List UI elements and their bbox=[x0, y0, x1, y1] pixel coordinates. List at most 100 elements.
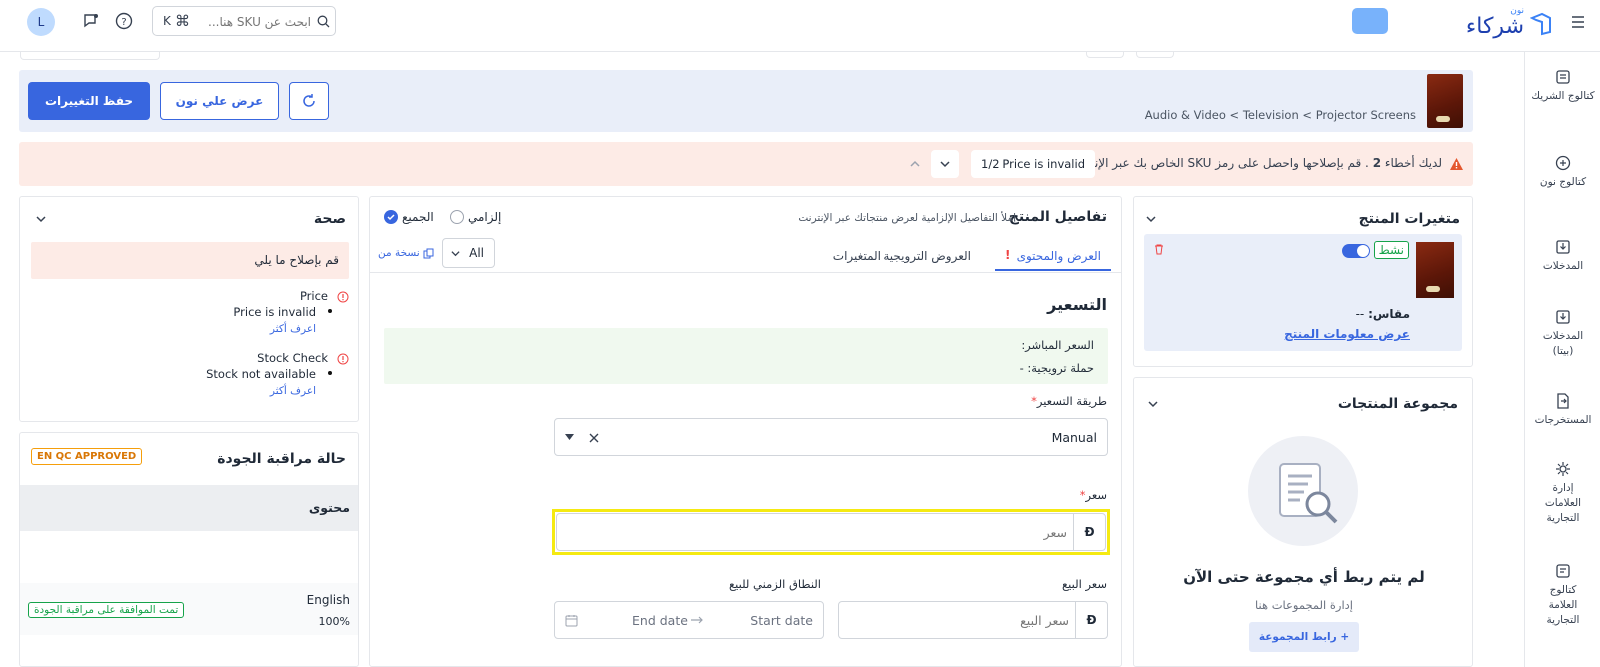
price-field[interactable]: Đ bbox=[556, 513, 1106, 551]
tab-promotions[interactable]: العروض الترويجية bbox=[883, 249, 971, 263]
warning-icon bbox=[1450, 158, 1463, 170]
fix-banner: قم بإصلاح ما يلي bbox=[31, 242, 349, 279]
manage-groups-text: إدارة المجموعات هنا bbox=[1255, 598, 1353, 612]
promo-value: - bbox=[1019, 361, 1024, 375]
qc-title: حالة مراقبة الجودة bbox=[217, 451, 346, 467]
variants-title: متغيرات المنتج bbox=[1358, 211, 1460, 227]
tab-display-content[interactable]: العرض والمحتوى ! bbox=[995, 241, 1111, 271]
learn-more-link[interactable]: اعرف أكثر bbox=[270, 385, 316, 397]
refresh-icon bbox=[303, 94, 315, 107]
feedback-icon[interactable] bbox=[82, 12, 100, 33]
save-changes-button[interactable]: حفظ التغييرات bbox=[28, 82, 150, 120]
clear-icon[interactable] bbox=[589, 433, 599, 443]
fix-banner-text: قم بإصلاح ما يلي bbox=[254, 253, 339, 267]
pricing-method-value: Manual bbox=[1051, 430, 1097, 445]
variant-item[interactable]: نشط مقاس: -- عرض معلومات المنتج bbox=[1144, 234, 1462, 351]
chevron-down-icon[interactable] bbox=[1146, 214, 1156, 224]
sub-toolbar bbox=[20, 52, 1488, 62]
sidebar-item-label: كتالوج نون bbox=[1539, 176, 1587, 188]
issue-bullet bbox=[328, 371, 332, 375]
link-group-button[interactable]: + رابط المجموعة bbox=[1249, 622, 1359, 652]
store-switcher[interactable] bbox=[1352, 8, 1388, 34]
sidebar: كتالوج الشريك كتالوج نون المدخلات المدخل… bbox=[1524, 52, 1600, 667]
view-product-info-link[interactable]: عرض معلومات المنتج bbox=[1284, 327, 1410, 341]
sidebar-item-label: المستخرجات bbox=[1534, 414, 1592, 426]
tabs-divider bbox=[370, 272, 1121, 273]
search-icon bbox=[317, 15, 330, 28]
sale-price-field[interactable]: Đ bbox=[838, 601, 1108, 639]
delete-icon[interactable] bbox=[1153, 243, 1165, 255]
inbox-beta-icon bbox=[1556, 310, 1570, 324]
sidebar-item-inputs[interactable]: المدخلات bbox=[1525, 238, 1600, 274]
radio-icon bbox=[450, 210, 464, 224]
brand-name: شركاء bbox=[1465, 14, 1524, 39]
sale-price-input[interactable] bbox=[845, 606, 1069, 634]
help-icon[interactable]: ? bbox=[115, 12, 133, 33]
variant-thumbnail bbox=[1416, 242, 1454, 298]
product-details-panel: تفاصيل المنتج املأ التفاصيل الإلزامية لع… bbox=[369, 196, 1122, 667]
variants-card: متغيرات المنتج نشط مقاس: -- عرض معلومات … bbox=[1133, 196, 1473, 367]
sidebar-item-partner-catalog[interactable]: كتالوج الشريك bbox=[1525, 68, 1600, 104]
size-label: مقاس: bbox=[1368, 307, 1410, 321]
product-thumbnail[interactable] bbox=[1427, 74, 1463, 128]
currency-addon: Đ bbox=[1073, 514, 1105, 550]
qc-row: English 100% تمت الموافقة على مراقبة الج… bbox=[20, 583, 358, 635]
chevron-down-icon[interactable] bbox=[1148, 399, 1158, 409]
svg-text:?: ? bbox=[121, 17, 126, 28]
search-input[interactable] bbox=[199, 11, 311, 33]
tab-alert-icon: ! bbox=[1005, 248, 1011, 262]
breadcrumb[interactable]: Audio & Video < Television < Projector S… bbox=[1145, 108, 1416, 122]
active-toggle[interactable] bbox=[1342, 244, 1370, 258]
sidebar-item-noon-catalog[interactable]: كتالوج نون bbox=[1525, 154, 1600, 190]
size-value: -- bbox=[1355, 307, 1365, 321]
pricing-method-select[interactable]: Manual bbox=[554, 418, 1108, 456]
sidebar-item-inputs-beta[interactable]: المدخلات (بيتا) bbox=[1525, 308, 1600, 359]
learn-more-link[interactable]: اعرف أكثر bbox=[270, 323, 316, 335]
details-title: تفاصيل المنتج bbox=[1008, 209, 1107, 225]
sidebar-item-brand-catalog[interactable]: كتالوج العلامة التجارية bbox=[1525, 562, 1600, 628]
details-subtitle: املأ التفاصيل الإلزامية لعرض منتجاتك عبر… bbox=[798, 212, 1016, 224]
view-on-noon-button[interactable]: عرض علي نون bbox=[160, 82, 279, 120]
language-select[interactable]: All bbox=[442, 238, 495, 268]
sale-date-range[interactable]: Start date End date bbox=[554, 601, 824, 639]
refresh-button[interactable] bbox=[289, 82, 329, 120]
command-icon: ⌘ bbox=[175, 12, 190, 30]
noon-catalog-icon bbox=[1555, 155, 1571, 171]
issue-detail: Stock not available bbox=[206, 367, 316, 381]
inbox-icon bbox=[1556, 240, 1570, 254]
chevron-down-icon bbox=[451, 251, 460, 257]
caret-down-icon[interactable] bbox=[565, 434, 574, 441]
sale-price-label: سعر البيع bbox=[1062, 577, 1107, 591]
export-icon bbox=[1557, 393, 1569, 409]
tab-variants[interactable]: المتغيرات bbox=[833, 249, 881, 263]
copy-from-label: نسخة من bbox=[378, 247, 420, 259]
start-date-input[interactable]: Start date bbox=[750, 613, 813, 628]
qc-content-header: محتوى bbox=[20, 485, 358, 531]
sidebar-item-brand-management[interactable]: إدارة العلامات التجارية bbox=[1525, 460, 1600, 526]
avatar[interactable]: L bbox=[27, 8, 55, 36]
qc-percent: 100% bbox=[318, 615, 350, 628]
menu-icon[interactable] bbox=[1570, 14, 1588, 32]
issue-stock: Stock Check Stock not available اعرف أكث… bbox=[20, 349, 360, 409]
sidebar-item-label: إدارة العلامات التجارية bbox=[1544, 482, 1582, 524]
filter-required[interactable]: إلزامي bbox=[450, 208, 501, 226]
search-box[interactable]: K ⌘ bbox=[152, 6, 336, 36]
error-count: 2 bbox=[1372, 156, 1382, 170]
empty-groups-illustration bbox=[1248, 436, 1358, 546]
brand-logo[interactable]: نون شركاء bbox=[1422, 6, 1552, 42]
calendar-icon[interactable] bbox=[565, 614, 578, 627]
prev-error-button[interactable] bbox=[901, 150, 929, 178]
copy-from-button[interactable]: نسخة من bbox=[378, 247, 434, 259]
next-error-button[interactable] bbox=[931, 150, 959, 178]
chevron-down-icon[interactable] bbox=[36, 214, 46, 224]
pricing-method-label: طريقة التسعير* bbox=[1031, 394, 1107, 408]
end-date-input[interactable]: End date bbox=[632, 613, 688, 628]
live-price-label: السعر المباشر: bbox=[1021, 338, 1094, 352]
price-input[interactable] bbox=[563, 518, 1067, 546]
sidebar-item-label: كتالوج العلامة التجارية bbox=[1546, 584, 1580, 626]
top-bar: نون شركاء L ? K ⌘ bbox=[0, 0, 1600, 52]
sidebar-item-exports[interactable]: المستخرجات bbox=[1525, 392, 1600, 428]
filter-all[interactable]: الجميع bbox=[384, 208, 434, 226]
groups-title: مجموعة المنتجات bbox=[1337, 396, 1458, 412]
avatar-letter: L bbox=[37, 15, 45, 29]
